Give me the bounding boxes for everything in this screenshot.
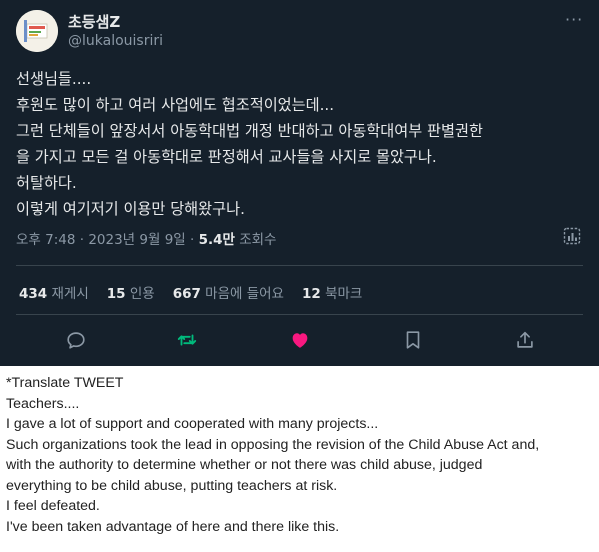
tweet-card: 초등샘Z @lukalouisriri ··· 선생님들.... 후원도 많이 … xyxy=(0,0,599,366)
likes-stat[interactable]: 667 마음에 들어요 xyxy=(173,286,284,302)
tweet-text-line: 선생님들.... xyxy=(16,70,92,88)
quotes-label: 인용 xyxy=(125,286,155,302)
heart-icon[interactable] xyxy=(289,329,311,351)
timestamp[interactable]: 오후 7:48 · 2023년 9월 9일 · xyxy=(16,232,199,248)
tweet-text-line: 허탈하다. xyxy=(16,174,77,192)
engagement-stats: 434 재게시 15 인용 667 마음에 들어요 12 북마크 xyxy=(19,282,362,302)
translation-text: *Translate TWEET Teachers.... I gave a l… xyxy=(6,373,594,537)
bookmarks-count: 12 xyxy=(301,286,321,302)
translation-line: I gave a lot of support and cooperated w… xyxy=(6,416,379,432)
likes-count: 667 xyxy=(172,286,201,302)
bookmark-icon[interactable] xyxy=(402,329,424,351)
translation-line: everything to be child abuse, putting te… xyxy=(6,477,338,494)
tweet-text-line: 이렇게 여기저기 이용만 당해왔구나. xyxy=(16,200,245,218)
user-handle[interactable]: @lukalouisriri xyxy=(68,33,163,49)
translation-line: Teachers.... xyxy=(6,395,80,412)
translation-line: Such organizations took the lead in oppo… xyxy=(6,436,540,453)
reposts-count: 434 xyxy=(19,286,48,302)
tweet-text-line: 그런 단체들이 앞장서서 아동학대법 개정 반대하고 아동학대여부 판별권한 xyxy=(16,122,483,140)
divider xyxy=(16,314,583,315)
tweet-meta: 오후 7:48 · 2023년 9월 9일 · 5.4만 조회수 xyxy=(16,228,276,248)
display-name[interactable]: 초등샘Z xyxy=(68,11,120,32)
divider xyxy=(16,265,583,266)
translation-line: *Translate TWEET xyxy=(6,375,124,391)
reposts-label: 재게시 xyxy=(47,286,89,302)
likes-label: 마음에 들어요 xyxy=(200,286,284,302)
translation-line: with the authority to determine whether … xyxy=(6,457,483,473)
views-label: 조회수 xyxy=(234,232,277,248)
quotes-stat[interactable]: 15 인용 xyxy=(107,286,155,302)
translation-line: I feel defeated. xyxy=(6,498,100,514)
translation-line: I've been taken advantage of here and th… xyxy=(6,518,340,535)
reply-icon[interactable] xyxy=(65,329,87,351)
share-icon[interactable] xyxy=(514,329,536,351)
views-count: 5.4만 xyxy=(198,232,235,248)
tweet-text: 선생님들.... 후원도 많이 하고 여러 사업에도 협조적이었는데... 그런… xyxy=(16,66,586,222)
tweet-text-line: 후원도 많이 하고 여러 사업에도 협조적이었는데... xyxy=(16,96,335,114)
analytics-icon[interactable] xyxy=(563,227,581,245)
reposts-stat[interactable]: 434 재게시 xyxy=(19,286,89,302)
tweet-text-line: 을 가지고 모든 걸 아동학대로 판정해서 교사들을 사지로 몰았구나. xyxy=(16,148,437,166)
quotes-count: 15 xyxy=(106,286,126,302)
avatar[interactable] xyxy=(16,10,58,52)
bookmarks-label: 북마크 xyxy=(320,286,363,302)
more-options-icon[interactable]: ··· xyxy=(565,10,583,29)
bookmarks-stat[interactable]: 12 북마크 xyxy=(302,286,362,302)
retweet-icon[interactable] xyxy=(176,329,198,351)
